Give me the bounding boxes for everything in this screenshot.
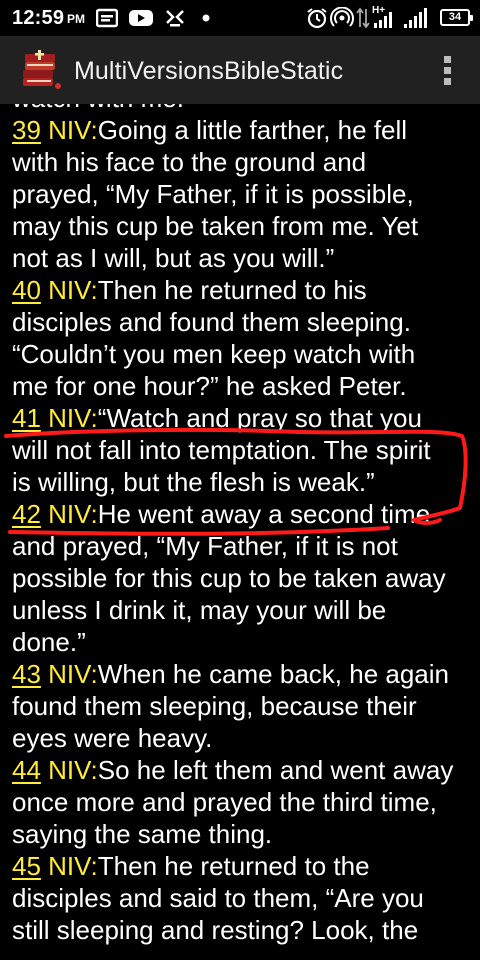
verse-number-link[interactable]: 42: [12, 499, 41, 529]
verse-separator: :: [90, 275, 98, 305]
verse-number-link[interactable]: 43: [12, 659, 41, 689]
verse-44-line: 44 NIV:So he left them and went away: [12, 754, 474, 786]
more-notifications-dot-icon: [202, 14, 210, 22]
verse-text: disciples and said to them, “Are you: [12, 883, 424, 913]
verse-text: with his face to the ground and: [12, 147, 367, 177]
verse-text: Then he returned to the: [97, 851, 370, 881]
verse-text: So he left them and went away: [97, 755, 454, 785]
verse-text: Then he returned to his: [97, 275, 367, 305]
notification-icon: [166, 10, 184, 27]
verse-separator: :: [90, 499, 98, 529]
verse-42-line: 42 NIV:He went away a second time: [12, 498, 474, 530]
status-time: 12:59: [12, 7, 65, 29]
verse-text: me for one hour?” he asked Peter.: [12, 371, 407, 401]
verse-45-line: 45 NIV:Then he returned to the: [12, 850, 474, 882]
status-ampm: PM: [67, 12, 85, 26]
verse-separator: :: [90, 755, 98, 785]
verse-version-label: NIV: [48, 115, 91, 145]
verse-number-link[interactable]: 45: [12, 851, 41, 881]
verse-44-line: once more and prayed the third time,: [12, 786, 474, 818]
verse-version-label: NIV: [48, 499, 91, 529]
verse-42-line: and prayed, “My Father, if it is not: [12, 530, 474, 562]
verse-separator: :: [90, 851, 98, 881]
verse-text: eyes were heavy.: [12, 723, 213, 753]
verse-text: is willing, but the flesh is weak.”: [12, 467, 375, 497]
verse-40-line: disciples and found them sleeping.: [12, 306, 474, 338]
verse-number-link[interactable]: 41: [12, 403, 41, 433]
verse-version-label: NIV: [48, 403, 91, 433]
verse-41-line: is willing, but the flesh is weak.”: [12, 466, 474, 498]
verse-version-label: NIV: [48, 851, 91, 881]
verse-text: may this cup be taken from me. Yet: [12, 211, 419, 241]
verse-39-line: not as I will, but as you will.”: [12, 242, 474, 274]
hotspot-icon: [330, 7, 354, 27]
verse-text: prayed, “My Father, if it is possible,: [12, 179, 414, 209]
verse-42-line: unless I drink it, may your will be: [12, 594, 474, 626]
signal-strength-2-icon: [404, 8, 427, 28]
verse-text: done.”: [12, 627, 86, 657]
verse-39-line: with his face to the ground and: [12, 146, 474, 178]
verse-number-link[interactable]: 40: [12, 275, 41, 305]
passage-text: watch with me.”39 NIV:Going a little far…: [12, 104, 474, 946]
verse-text: not as I will, but as you will.”: [12, 243, 335, 273]
verse-41-line: 41 NIV:“Watch and pray so that you: [12, 402, 474, 434]
verse-text: and prayed, “My Father, if it is not: [12, 531, 398, 561]
verse-number-link[interactable]: 39: [12, 115, 41, 145]
verse-42-line: done.”: [12, 626, 474, 658]
overflow-menu-icon[interactable]: [444, 56, 452, 86]
verse-45-line: still sleeping and resting? Look, the: [12, 914, 474, 946]
verse-43-line: 43 NIV:When he came back, he again: [12, 658, 474, 690]
signal-strength-icon: [374, 12, 392, 28]
verse-text: When he came back, he again: [97, 659, 449, 689]
verse-text: unless I drink it, may your will be: [12, 595, 387, 625]
alarm-icon: [307, 8, 327, 29]
verse-text: once more and prayed the third time,: [12, 787, 437, 817]
bible-app-icon: [23, 50, 61, 89]
verse-40-line: 40 NIV:Then he returned to his: [12, 274, 474, 306]
message-icon: [96, 8, 118, 28]
verse-text: He went away a second time: [97, 499, 431, 529]
verse-text: Going a little farther, he fell: [97, 115, 408, 145]
data-transfer-icon: [356, 7, 370, 29]
verse-number-link[interactable]: 44: [12, 755, 41, 785]
verse-text: still sleeping and resting? Look, the: [12, 915, 419, 945]
verse-43-line: found them sleeping, because their: [12, 690, 474, 722]
verse-text: found them sleeping, because their: [12, 691, 417, 721]
verse-42-line: possible for this cup to be taken away: [12, 562, 474, 594]
verse-44-line: saying the same thing.: [12, 818, 474, 850]
verse-version-label: NIV: [48, 659, 91, 689]
verse-41-line: will not fall into temptation. The spiri…: [12, 434, 474, 466]
verse-separator: :: [90, 403, 98, 433]
verse-40-line: me for one hour?” he asked Peter.: [12, 370, 474, 402]
verse-version-label: NIV: [48, 755, 91, 785]
verse-text: saying the same thing.: [12, 819, 273, 849]
youtube-icon: [129, 10, 153, 26]
passage-view[interactable]: watch with me.”39 NIV:Going a little far…: [0, 104, 480, 960]
verse-39-line: prayed, “My Father, if it is possible,: [12, 178, 474, 210]
app-title: MultiVersionsBibleStatic: [74, 57, 344, 85]
status-bar: 12:59 PM H+ 34: [0, 0, 480, 36]
app-bar: MultiVersionsBibleStatic: [0, 36, 480, 104]
verse-text: “Watch and pray so that you: [97, 403, 422, 433]
verse-39-line: 39 NIV:Going a little farther, he fell: [12, 114, 474, 146]
verse-45-line: disciples and said to them, “Are you: [12, 882, 474, 914]
verse-40-line: “Couldn’t you men keep watch with: [12, 338, 474, 370]
verse-text: will not fall into temptation. The spiri…: [12, 435, 431, 465]
verse-43-line: eyes were heavy.: [12, 722, 474, 754]
verse-text: disciples and found them sleeping.: [12, 307, 411, 337]
verse-version-label: NIV: [48, 275, 91, 305]
verse-separator: :: [90, 115, 98, 145]
verse-39-line: may this cup be taken from me. Yet: [12, 210, 474, 242]
passage-line: watch with me.”: [12, 104, 474, 114]
battery-icon: 34: [440, 9, 473, 26]
verse-text: “Couldn’t you men keep watch with: [12, 339, 416, 369]
verse-separator: :: [90, 659, 98, 689]
battery-level: 34: [448, 11, 462, 23]
verse-text: possible for this cup to be taken away: [12, 563, 446, 593]
